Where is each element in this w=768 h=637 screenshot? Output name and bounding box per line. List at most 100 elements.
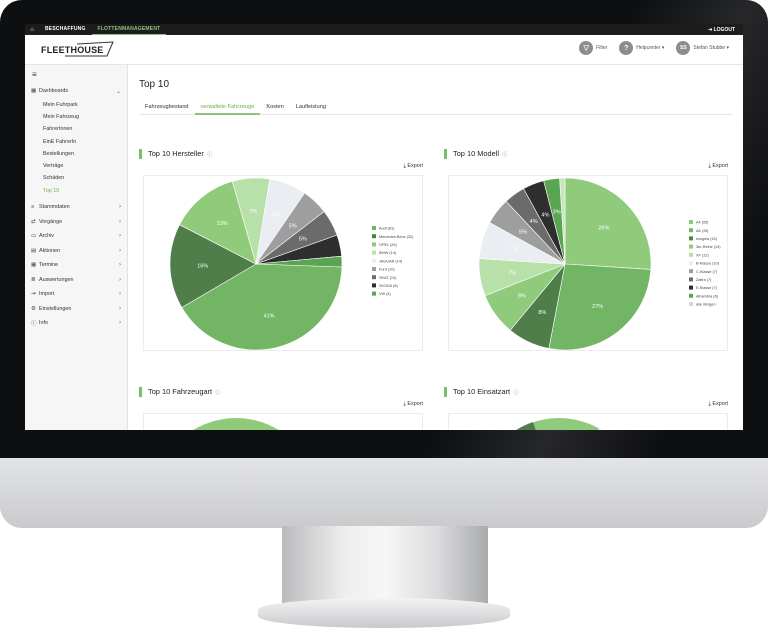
export-button[interactable]: ⤓ Export	[404, 163, 423, 170]
sidebar-item-label: Termine	[39, 262, 59, 269]
legend-entry[interactable]: 3er-Reihe (13)	[696, 245, 721, 249]
sidebar-subitem[interactable]: FahrerInnen	[25, 123, 127, 135]
sidebar-item-auswertungen[interactable]: ≣ Auswertungen ›	[25, 272, 127, 287]
legend-swatch	[372, 234, 376, 239]
sidebar-subitem[interactable]: Mein Fahrzeug	[25, 111, 127, 123]
info-icon[interactable]: ⓘ	[214, 390, 220, 396]
tab-flottenmanagement[interactable]: FLOTTENMANAGEMENT	[91, 24, 167, 35]
chevron-right-icon: ›	[119, 320, 121, 327]
tab-kosten[interactable]: Kosten	[260, 101, 289, 115]
legend-entry[interactable]: Zafira (7)	[696, 278, 712, 282]
legend-entry[interactable]: VW (4)	[379, 292, 392, 296]
tab-laufleistung[interactable]: Laufleistung	[290, 101, 332, 115]
export-label: Export	[407, 401, 423, 407]
main-content: Top 10 Fahrzeugbestand verwaltete Fahrzeu…	[129, 65, 743, 430]
legend-swatch	[372, 226, 376, 230]
legend-entry[interactable]: A6 (15)	[696, 229, 709, 233]
sidebar: ≡ ▦ Dashboards ⌄ Mein Fuhrpark Mein Fahrz…	[25, 65, 128, 430]
sidebar-subitem[interactable]: Mein Fuhrpark	[25, 99, 127, 111]
legend-entry[interactable]: A4 (55)	[696, 221, 709, 225]
sidebar-item-einstellungen[interactable]: ⚙ Einstellungen ›	[25, 301, 127, 316]
chart-container	[448, 413, 728, 430]
chart-title-text: Top 10 Fahrzeugart	[148, 387, 213, 396]
sidebar-item-stammdaten[interactable]: ≡ Stammdaten ›	[25, 200, 127, 215]
info-icon[interactable]: ⓘ	[206, 152, 212, 158]
pie-slice-label: 5%	[299, 236, 307, 242]
sidebar-subitem[interactable]: Top 10	[25, 185, 127, 197]
sidebar-item-label: Aktionen	[39, 247, 60, 254]
fleethouse-logo[interactable]: FLEETHOUSE	[41, 40, 114, 56]
legend-swatch	[689, 244, 693, 249]
sidebar-subitem[interactable]: Verträge	[25, 160, 127, 172]
sidebar-item-info[interactable]: ⓘ Info ›	[25, 316, 127, 331]
pie-chart-hersteller: 41% 16% 13% 7% 7% 5% 5% Audi (81) Mercedes-Benz …	[169, 177, 414, 351]
legend-swatch	[689, 236, 693, 241]
helpcenter-button[interactable]: ? Helpcenter ▾	[619, 41, 664, 55]
legend-swatch	[372, 275, 376, 280]
database-icon: ≡	[31, 204, 35, 211]
menu-toggle-icon[interactable]: ≡	[25, 65, 127, 84]
sidebar-item-archiv[interactable]: ▭ Archiv ›	[25, 229, 127, 244]
legend-entry[interactable]: C-Klasse (7)	[696, 270, 718, 274]
sidebar-item-label: Auswertungen	[39, 276, 74, 283]
filter-label: Filter	[596, 45, 608, 51]
chart-title-text: Top 10 Modell	[453, 149, 500, 158]
chart-panel-fahrzeugart: Top 10 Fahrzeugart ⓘ ⤓ Export	[139, 387, 429, 430]
pie-slice-label: 41%	[264, 314, 275, 320]
tab-fahrzeugbestand[interactable]: Fahrzeugbestand	[139, 101, 195, 115]
legend-entry[interactable]: Ford (10)	[379, 268, 395, 272]
legend-entry[interactable]: E-Klasse (7)	[696, 286, 718, 290]
export-button[interactable]: ⤓ Export	[404, 401, 423, 408]
legend-entry[interactable]: Mercedes-Benz (32)	[379, 235, 414, 239]
chart-panel-einsatzart: Top 10 Einsatzart ⓘ ⤓ Export	[444, 387, 734, 430]
tab-verwaltete-fahrzeuge[interactable]: verwaltete Fahrzeuge	[194, 101, 261, 115]
info-icon[interactable]: ⓘ	[512, 390, 518, 396]
legend-entry[interactable]: alle übrigen	[696, 303, 716, 307]
user-name: Stefan Stubbe	[693, 45, 726, 51]
chart-container	[143, 413, 423, 430]
pie-slice-label: 7%	[508, 270, 516, 276]
sidebar-item-termine[interactable]: ▦ Termine ›	[25, 258, 127, 273]
logout-button[interactable]: ⇥ LOGOUT	[708, 27, 743, 33]
legend-entry[interactable]: SKODA (8)	[379, 284, 399, 288]
legend-entry[interactable]: SEAT (10)	[379, 276, 397, 280]
sidebar-item-vorgänge[interactable]: ⇄ Vorgänge ›	[25, 214, 127, 229]
legend-entry[interactable]: Audi (81)	[379, 227, 395, 231]
legend-entry[interactable]: Alhambra (6)	[696, 294, 719, 298]
sidebar-subitem[interactable]: Schäden	[25, 172, 127, 184]
sidebar-subitem[interactable]: Bestellungen	[25, 148, 127, 160]
tab-beschaffung[interactable]: BESCHAFFUNG	[39, 24, 92, 35]
pie-slice-label: 5%	[519, 229, 527, 235]
sidebar-subitem[interactable]: EinE FahrerIn	[25, 135, 127, 147]
sidebar-item-import[interactable]: ⇥ Import ›	[25, 287, 127, 302]
helpcenter-label: Helpcenter	[636, 45, 661, 51]
pie-chart-fahrzeugart-partial	[193, 418, 279, 430]
legend-entry[interactable]: JAGUAR (14)	[379, 259, 403, 263]
legend-entry[interactable]: BMW (14)	[379, 251, 397, 255]
archive-icon: ▭	[31, 233, 37, 240]
sidebar-menu: ≡ Stammdaten › ⇄ Vorgänge › ▭ Archiv › ▤ Aktionen ›…	[25, 200, 127, 331]
user-menu[interactable]: SS Stefan Stubbe ▾	[676, 41, 729, 55]
sidebar-item-aktionen[interactable]: ▤ Aktionen ›	[25, 243, 127, 258]
legend-entry[interactable]: OPEL (26)	[379, 243, 398, 247]
info-icon[interactable]: ⓘ	[501, 152, 507, 158]
chart-panel-hersteller: Top 10 Hersteller ⓘ ⤓ Export 41% 16% 13% 7%…	[139, 149, 429, 354]
filter-button[interactable]: ▽ Filter	[579, 41, 607, 55]
chart-container: 26% 27% 8% 8% 7% 7% 5% 4% 4% 3% A4 (55) A6 (15) Insi…	[448, 175, 728, 351]
pie-slice[interactable]	[564, 177, 652, 270]
sidebar-item-dashboards[interactable]: ▦ Dashboards ⌄	[25, 84, 127, 99]
sidebar-item-label: Einstellungen	[39, 305, 72, 312]
filter-icon: ▽	[579, 41, 594, 55]
chart-icon: ≣	[31, 276, 36, 283]
chevron-right-icon: ›	[119, 291, 121, 298]
app-header: FLEETHOUSE ▽ Filter ? Helpcenter ▾ SS St…	[25, 35, 743, 65]
legend-swatch	[689, 302, 693, 306]
export-button[interactable]: ⤓ Export	[709, 163, 728, 170]
legend-entry[interactable]: XF (12)	[696, 253, 709, 257]
export-button[interactable]: ⤓ Export	[709, 401, 728, 408]
legend-entry[interactable]: Insignia (15)	[696, 237, 718, 241]
home-icon[interactable]: ⌂	[25, 27, 39, 33]
content-tabs: Fahrzeugbestand verwaltete Fahrzeuge Koste…	[139, 101, 733, 115]
chevron-right-icon: ›	[119, 204, 121, 211]
legend-entry[interactable]: B-Klasse (10)	[696, 262, 720, 266]
